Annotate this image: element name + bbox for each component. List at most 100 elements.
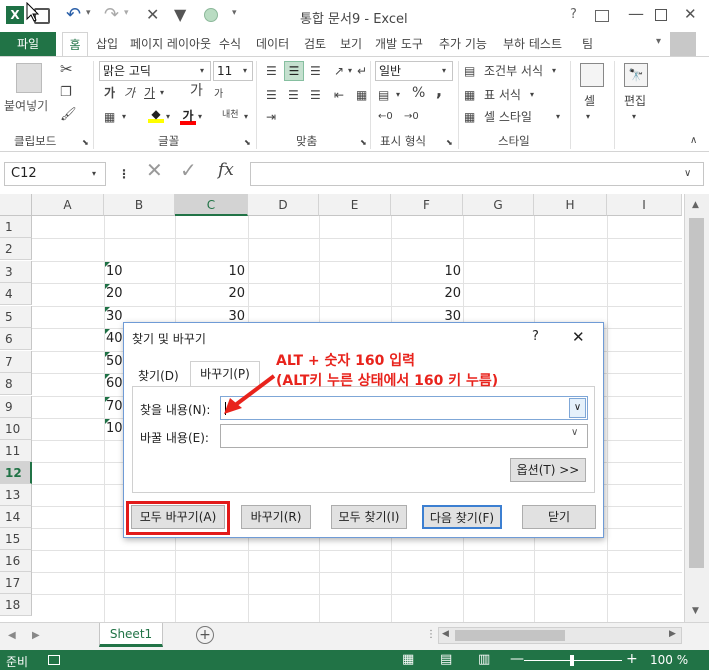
- clipboard-launcher-icon[interactable]: ⬊: [82, 135, 89, 151]
- zoom-level[interactable]: 100 %: [650, 653, 688, 667]
- border-dropdown-icon[interactable]: ▾: [122, 109, 126, 125]
- scroll-up-icon[interactable]: ▲: [692, 200, 699, 210]
- cell-b9[interactable]: 70: [106, 396, 123, 418]
- ribbon-display-icon[interactable]: [595, 10, 609, 22]
- decrease-decimal-icon[interactable]: →0: [404, 109, 419, 125]
- font-color-dropdown-icon[interactable]: ▾: [198, 109, 202, 125]
- redo-icon[interactable]: ↷: [104, 4, 119, 25]
- cell-b6[interactable]: 40: [106, 328, 123, 350]
- find-next-button[interactable]: 다음 찾기(F): [422, 505, 502, 529]
- help-button[interactable]: ?: [570, 7, 577, 22]
- tab-file[interactable]: 파일: [0, 32, 56, 56]
- macro-record-icon[interactable]: [48, 655, 60, 665]
- italic-icon[interactable]: 가: [124, 85, 135, 101]
- align-center-icon[interactable]: ☰: [288, 87, 299, 103]
- cell-f3[interactable]: 10: [391, 261, 461, 283]
- redo-dropdown-icon[interactable]: ▾: [124, 8, 129, 18]
- ribbon-collapse-icon[interactable]: ∧: [690, 133, 697, 149]
- normal-view-icon[interactable]: ▦: [402, 652, 414, 667]
- row-header-1[interactable]: 1: [0, 216, 32, 238]
- row-header-3[interactable]: 3: [0, 261, 32, 283]
- cell-style-icon[interactable]: ▦: [464, 109, 475, 125]
- increase-indent-icon[interactable]: ⇥: [266, 109, 276, 125]
- minimize-icon[interactable]: —: [628, 4, 644, 23]
- horizontal-scrollbar[interactable]: ◀ ▶: [438, 627, 682, 644]
- cell-b3[interactable]: 10: [106, 261, 123, 283]
- insert-function-icon[interactable]: fx: [218, 162, 234, 179]
- number-format-dropdown-icon[interactable]: ▾: [442, 63, 446, 79]
- zoom-out-icon[interactable]: —: [510, 651, 524, 667]
- row-header-5[interactable]: 5: [0, 306, 32, 328]
- col-header-a[interactable]: A: [32, 194, 104, 216]
- formula-expand-icon[interactable]: ∨: [684, 166, 691, 182]
- number-launcher-icon[interactable]: ⬊: [446, 135, 453, 151]
- cell-c4[interactable]: 20: [175, 283, 245, 305]
- percent-icon[interactable]: %: [412, 85, 425, 101]
- col-header-h[interactable]: H: [534, 194, 607, 216]
- cell-b5[interactable]: 30: [106, 306, 123, 328]
- name-box-dropdown-icon[interactable]: ▾: [92, 166, 96, 182]
- replace-input[interactable]: ∨: [220, 424, 588, 448]
- editing-label[interactable]: 편집: [624, 93, 646, 109]
- conditional-format-label[interactable]: 조건부 서식: [484, 63, 543, 79]
- sheet-next-icon[interactable]: ▶: [32, 630, 40, 641]
- comma-icon[interactable]: ,: [436, 83, 442, 99]
- row-header-16[interactable]: 16: [0, 550, 32, 572]
- close-button[interactable]: 닫기: [522, 505, 596, 529]
- alignment-launcher-icon[interactable]: ⬊: [360, 135, 367, 151]
- tab-insert[interactable]: 삽입: [96, 32, 118, 56]
- replace-button[interactable]: 바꾸기(R): [241, 505, 311, 529]
- tab-page-layout[interactable]: 페이지 레이아웃: [130, 32, 211, 56]
- undo-icon[interactable]: ↶: [66, 4, 81, 25]
- currency-icon[interactable]: ▤: [378, 87, 389, 103]
- decrease-indent-icon[interactable]: ⇤: [334, 87, 344, 103]
- cut-icon[interactable]: ✂: [60, 61, 73, 77]
- table-format-dropdown-icon[interactable]: ▾: [530, 87, 534, 103]
- find-dropdown-icon[interactable]: ∨: [569, 398, 586, 418]
- find-all-button[interactable]: 모두 찾기(I): [331, 505, 407, 529]
- align-right-icon[interactable]: ☰: [310, 87, 321, 103]
- tab-formulas[interactable]: 수식: [219, 32, 241, 56]
- phonetic-icon[interactable]: 내천: [222, 107, 239, 123]
- row-header-15[interactable]: 15: [0, 528, 32, 550]
- editing-dropdown-icon[interactable]: ▾: [632, 109, 636, 125]
- merge-icon[interactable]: ▦: [356, 87, 367, 103]
- scroll-thumb[interactable]: [689, 218, 704, 568]
- close-icon[interactable]: ✕: [684, 5, 697, 23]
- orientation-icon[interactable]: ↗: [334, 63, 344, 79]
- customize-qat-icon[interactable]: ▾: [232, 8, 237, 18]
- cells-label[interactable]: 셀: [584, 93, 595, 109]
- add-sheet-icon[interactable]: +: [196, 626, 214, 644]
- formula-input[interactable]: [250, 162, 704, 186]
- dialog-close-icon[interactable]: ✕: [572, 328, 585, 346]
- orientation-dropdown-icon[interactable]: ▾: [348, 63, 352, 79]
- circle-icon[interactable]: [204, 8, 218, 22]
- sheet-tab-sheet1[interactable]: Sheet1: [99, 623, 163, 647]
- border-icon[interactable]: ▦: [104, 109, 115, 125]
- row-header-7[interactable]: 7: [0, 351, 32, 373]
- cell-style-label[interactable]: 셀 스타일: [484, 109, 532, 125]
- cell-style-dropdown-icon[interactable]: ▾: [556, 109, 560, 125]
- cell-c3[interactable]: 10: [175, 261, 245, 283]
- row-header-13[interactable]: 13: [0, 484, 32, 506]
- underline-icon[interactable]: 가: [144, 85, 155, 101]
- hscroll-left-icon[interactable]: ◀: [442, 629, 449, 639]
- dialog-help-button[interactable]: ?: [532, 329, 539, 344]
- col-header-c[interactable]: C: [175, 194, 248, 216]
- currency-dropdown-icon[interactable]: ▾: [396, 87, 400, 103]
- underline-dropdown-icon[interactable]: ▾: [160, 85, 164, 101]
- row-header-11[interactable]: 11: [0, 440, 32, 462]
- format-painter-icon[interactable]: 🖌: [60, 107, 77, 123]
- cells-dropdown-icon[interactable]: ▾: [586, 109, 590, 125]
- replace-dropdown-icon[interactable]: ∨: [571, 427, 578, 438]
- font-launcher-icon[interactable]: ⬊: [244, 135, 251, 151]
- editing-icon[interactable]: 🔭: [624, 63, 648, 87]
- vertical-scrollbar[interactable]: ▲ ▼: [684, 194, 709, 622]
- increase-decimal-icon[interactable]: ←0: [378, 109, 393, 125]
- paste-button-label[interactable]: 붙여넣기: [4, 97, 48, 114]
- grow-font-icon[interactable]: 가: [190, 83, 203, 99]
- font-color-icon[interactable]: 가: [180, 107, 196, 125]
- zoom-in-icon[interactable]: +: [626, 651, 638, 667]
- tab-team[interactable]: 팀: [582, 32, 593, 56]
- row-header-14[interactable]: 14: [0, 506, 32, 528]
